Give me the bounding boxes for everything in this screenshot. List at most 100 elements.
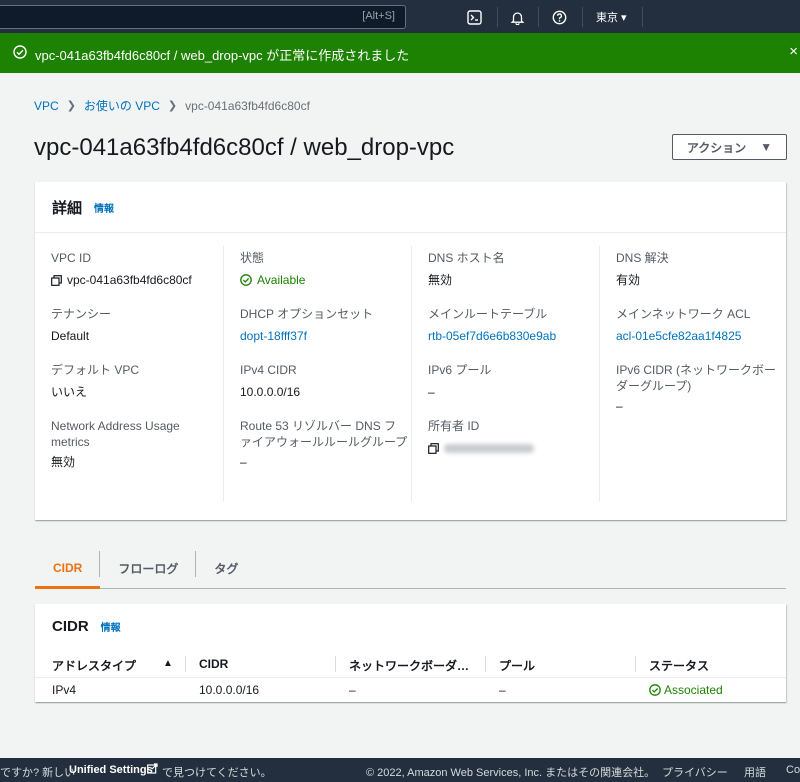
details-column-1: VPC ID vpc-041a63fb4fd6c80cf テナンシー Defau… <box>35 246 223 502</box>
field-route53: Route 53 リゾルバー DNS ファイアウォールルールグループ – <box>240 418 408 470</box>
top-navigation: [Alt+S] 東京 ▾ <box>0 0 800 33</box>
actions-button[interactable]: アクション ▼ <box>672 134 787 160</box>
column-header-cidr[interactable]: CIDR <box>199 657 228 671</box>
cell-status: Associated <box>649 683 723 699</box>
main-route-table-link[interactable]: rtb-05ef7d6e6b830e9ab <box>428 328 596 344</box>
help-icon[interactable] <box>549 7 569 27</box>
tab-flow-logs[interactable]: フローログ <box>100 548 197 588</box>
actions-label: アクション <box>686 140 747 155</box>
success-flash-banner: vpc-041a63fb4fd6c80cf / web_drop-vpc が正常… <box>0 33 800 73</box>
field-label: IPv6 プール <box>428 363 492 377</box>
table-header: アドレスタイプ ▲ CIDR ネットワークボーダ… プール ステータス <box>35 650 786 678</box>
chevron-right-icon: ❯ <box>66 100 76 112</box>
field-nau-metrics: Network Address Usage metrics 無効 <box>51 418 219 470</box>
state-value: Available <box>257 273 306 287</box>
column-header-pool[interactable]: プール <box>499 657 535 674</box>
nav-divider <box>497 7 498 27</box>
field-value: いいえ <box>51 385 88 399</box>
tab-cidr[interactable]: CIDR <box>35 548 101 589</box>
field-label: Network Address Usage metrics <box>51 419 180 449</box>
field-main-network-acl: メインネットワーク ACL acl-01e5cfe82aa1f4825 <box>616 306 784 344</box>
details-column-2: 状態 Available DHCP オプションセット dopt-18fff37f… <box>223 246 411 502</box>
field-label: 所有者 ID <box>428 419 480 433</box>
table-row: IPv4 10.0.0.0/16 – – Associated <box>35 679 786 701</box>
field-value <box>428 440 596 458</box>
field-tenancy: テナンシー Default <box>51 306 219 344</box>
field-label: Route 53 リゾルバー DNS ファイアウォールルールグループ <box>240 419 408 449</box>
nav-divider <box>538 7 539 27</box>
region-selector[interactable]: 東京 ▾ <box>596 9 627 25</box>
nav-divider <box>582 7 583 27</box>
redacted-owner-id <box>444 444 534 454</box>
cidr-info-link[interactable]: 情報 <box>101 619 121 634</box>
field-label: VPC ID <box>51 251 92 265</box>
field-state: 状態 Available <box>240 250 408 290</box>
field-value: 無効 <box>51 455 76 469</box>
cell-address-type: IPv4 <box>52 683 77 697</box>
external-link-icon <box>147 763 158 777</box>
details-info-link[interactable]: 情報 <box>94 200 114 215</box>
footer-settings-prefix: ですか? 新しい <box>0 767 76 779</box>
footer-settings-suffix: で見つけてください。 <box>162 767 272 779</box>
field-label: デフォルト VPC <box>51 363 140 377</box>
cidr-heading: CIDR <box>52 618 89 635</box>
column-header-address-type[interactable]: アドレスタイプ <box>52 657 136 674</box>
field-value: Default <box>51 329 90 343</box>
vpc-id-value: vpc-041a63fb4fd6c80cf <box>67 273 192 287</box>
field-label: 状態 <box>240 251 265 265</box>
column-header-network-border-group[interactable]: ネットワークボーダ… <box>349 657 469 674</box>
field-label: IPv4 CIDR <box>240 363 297 377</box>
field-value: 無効 <box>428 273 453 287</box>
cell-pool: – <box>499 683 506 697</box>
field-label: DHCP オプションセット <box>240 307 374 321</box>
field-default-vpc: デフォルト VPC いいえ <box>51 362 219 400</box>
column-header-status[interactable]: ステータス <box>649 657 709 674</box>
details-panel: 詳細 情報 VPC ID vpc-041a63fb4fd6c80cf テナンシー… <box>35 182 786 520</box>
status-check-icon <box>649 684 661 699</box>
field-value: 10.0.0.0/16 <box>240 385 301 399</box>
dhcp-options-link[interactable]: dopt-18fff37f <box>240 328 408 344</box>
privacy-link[interactable]: プライバシー <box>662 764 728 780</box>
field-dns-hostnames: DNS ホスト名 無効 <box>428 250 596 288</box>
copy-icon[interactable] <box>51 274 62 290</box>
breadcrumb-vpc[interactable]: VPC <box>34 99 59 113</box>
sort-ascending-icon[interactable]: ▲ <box>163 658 173 669</box>
nav-divider <box>642 7 643 27</box>
tab-label: CIDR <box>53 561 83 575</box>
field-main-route-table: メインルートテーブル rtb-05ef7d6e6b830e9ab <box>428 306 596 344</box>
breadcrumb: VPC ❯ お使いの VPC ❯ vpc-041a63fb4fd6c80cf <box>34 97 310 114</box>
field-ipv4-cidr: IPv4 CIDR 10.0.0.0/16 <box>240 362 408 400</box>
field-value: – <box>428 385 435 399</box>
tab-tags[interactable]: タグ <box>196 548 256 588</box>
field-ipv6-pool: IPv6 プール – <box>428 362 596 400</box>
field-value: Available <box>240 272 408 290</box>
details-column-4: DNS 解決 有効 メインネットワーク ACL acl-01e5cfe82aa1… <box>599 246 787 502</box>
success-check-icon <box>13 45 27 59</box>
column-divider <box>635 656 636 672</box>
flash-message: vpc-041a63fb4fd6c80cf / web_drop-vpc が正常… <box>35 48 410 63</box>
terms-link[interactable]: 用語 <box>744 764 766 780</box>
copy-icon[interactable] <box>428 442 439 458</box>
main-network-acl-link[interactable]: acl-01e5cfe82aa1f4825 <box>616 328 784 344</box>
cidr-table-panel: CIDR 情報 アドレスタイプ ▲ CIDR ネットワークボーダ… プール ステ… <box>35 604 786 702</box>
bell-icon[interactable] <box>507 7 527 27</box>
cell-network-border-group: – <box>349 683 356 697</box>
cookie-link[interactable]: Co <box>786 764 800 776</box>
field-label: DNS ホスト名 <box>428 251 505 265</box>
search-input[interactable]: [Alt+S] <box>0 5 406 29</box>
field-label: メインルートテーブル <box>428 307 548 321</box>
cell-cidr: 10.0.0.0/16 <box>199 683 260 697</box>
column-divider <box>485 656 486 672</box>
field-value: – <box>240 455 247 469</box>
cloudshell-icon[interactable] <box>464 7 484 27</box>
details-column-3: DNS ホスト名 無効 メインルートテーブル rtb-05ef7d6e6b830… <box>411 246 599 502</box>
footer: ですか? 新しい Unified Settings で見つけてください。 © 2… <box>0 758 800 782</box>
close-icon[interactable]: × <box>789 43 798 60</box>
field-value: – <box>616 399 623 413</box>
breadcrumb-your-vpcs[interactable]: お使いの VPC <box>84 97 160 114</box>
field-label: IPv6 CIDR (ネットワークボーダーグループ) <box>616 363 777 393</box>
field-ipv6-cidr: IPv6 CIDR (ネットワークボーダーグループ) – <box>616 362 784 414</box>
unified-settings-link[interactable]: Unified Settings <box>69 764 153 776</box>
field-dhcp: DHCP オプションセット dopt-18fff37f <box>240 306 408 344</box>
status-check-icon <box>240 274 252 290</box>
